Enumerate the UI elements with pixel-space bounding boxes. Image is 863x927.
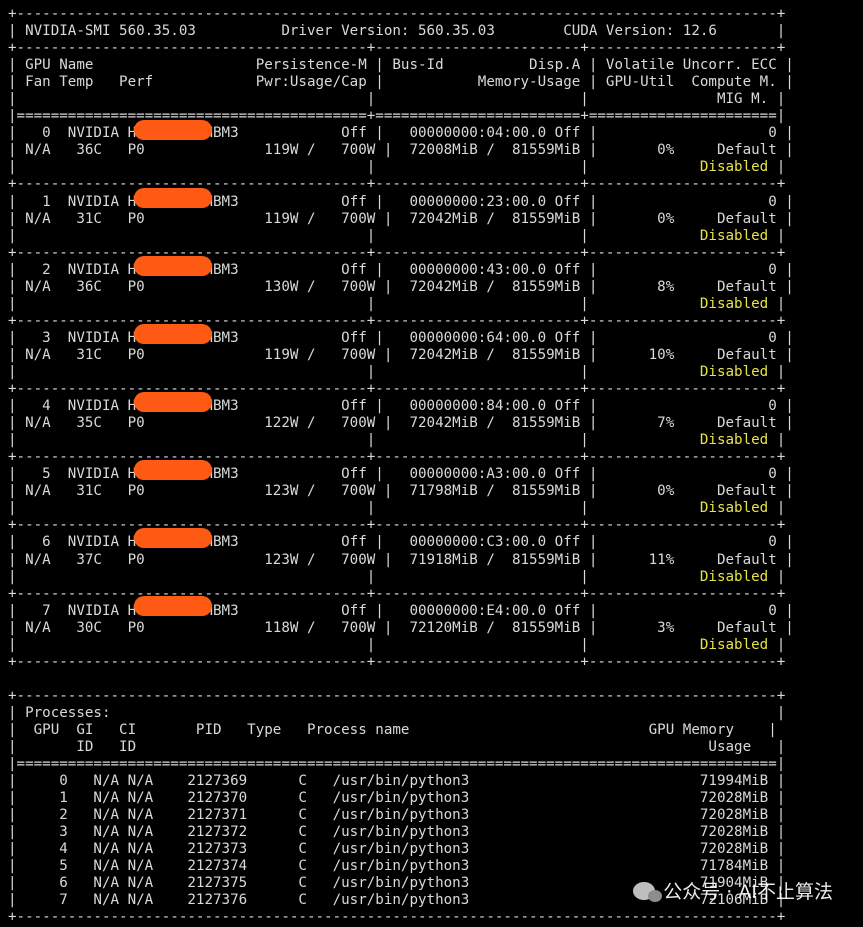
gpu-row-4-line3: | | | Disabled | (8, 432, 786, 449)
redaction-mark-2 (134, 256, 212, 276)
header-double-rule: |=======================================… (8, 108, 786, 125)
mig-status: Disabled (699, 432, 769, 449)
gpu-row-5-line3: | | | Disabled | (8, 500, 786, 517)
gpu-row-4-separator: +---------------------------------------… (8, 449, 786, 466)
gpu-row-6-line2: | N/A 37C P0 123W / 700W | 71918MiB / 81… (8, 551, 794, 568)
column-header-1: | GPU Name Persistence-M | Bus-Id Disp.A… (8, 57, 794, 74)
mig-status: Disabled (699, 636, 769, 653)
watermark-text: 公众号 · AI不止算法 (663, 881, 833, 903)
gpu-row-7-line1: | 7 NVIDIA H HBM3 Off | 00000000:E4:00.0… (8, 602, 794, 619)
gpu-row-3-separator: +---------------------------------------… (8, 381, 786, 398)
mig-status: Disabled (699, 227, 769, 244)
gpu-row-5-line2: | N/A 31C P0 123W / 700W | 71798MiB / 81… (8, 483, 794, 500)
gpu-row-7-separator: +---------------------------------------… (8, 653, 786, 670)
header-separator: +---------------------------------------… (8, 40, 786, 57)
mig-status: Disabled (699, 363, 769, 380)
gpu-row-1-line3: | | | Disabled | (8, 227, 786, 244)
process-double-rule: |=======================================… (8, 756, 786, 773)
gpu-row-0-line2: | N/A 36C P0 119W / 700W | 72008MiB / 81… (8, 142, 794, 159)
redaction-mark-3 (134, 324, 212, 344)
gpu-row-1-separator: +---------------------------------------… (8, 244, 786, 261)
gpu-row-6-separator: +---------------------------------------… (8, 585, 786, 602)
column-header-3: | | | MIG M. | (8, 91, 786, 108)
redaction-mark-6 (134, 528, 212, 548)
gpu-row-0-line1: | 0 NVIDIA H HBM3 Off | 00000000:04:00.0… (8, 125, 794, 142)
gpu-row-7-line2: | N/A 30C P0 118W / 700W | 72120MiB / 81… (8, 619, 794, 636)
gpu-row-5-line1: | 5 NVIDIA H HBM3 Off | 00000000:A3:00.0… (8, 466, 794, 483)
process-header-2: | ID ID Usage | (8, 739, 786, 756)
process-row-3: | 3 N/A N/A 2127372 C /usr/bin/python3 7… (8, 824, 786, 841)
column-header-2: | Fan Temp Perf Pwr:Usage/Cap | Memory-U… (8, 74, 794, 91)
redaction-mark-7 (134, 596, 212, 616)
mig-status: Disabled (699, 159, 769, 176)
gpu-row-4-line2: | N/A 35C P0 122W / 700W | 72042MiB / 81… (8, 415, 794, 432)
gpu-row-3-line1: | 3 NVIDIA H HBM3 Off | 00000000:64:00.0… (8, 329, 794, 346)
gpu-row-2-separator: +---------------------------------------… (8, 312, 786, 329)
process-title: | Processes: | (8, 704, 786, 721)
redaction-mark-5 (134, 460, 212, 480)
gpu-row-1-line2: | N/A 31C P0 119W / 700W | 72042MiB / 81… (8, 210, 794, 227)
process-bottom-border: +---------------------------------------… (8, 909, 786, 926)
gpu-row-2-line2: | N/A 36C P0 130W / 700W | 72042MiB / 81… (8, 278, 794, 295)
process-row-1: | 1 N/A N/A 2127370 C /usr/bin/python3 7… (8, 790, 786, 807)
process-row-0: | 0 N/A N/A 2127369 C /usr/bin/python3 7… (8, 773, 786, 790)
gpu-row-7-line3: | | | Disabled | (8, 636, 786, 653)
mig-status: Disabled (699, 568, 769, 585)
process-row-4: | 4 N/A N/A 2127373 C /usr/bin/python3 7… (8, 841, 786, 858)
gpu-row-5-separator: +---------------------------------------… (8, 517, 786, 534)
watermark: 公众号 · AI不止算法 (633, 877, 833, 904)
wechat-icon (633, 881, 663, 902)
gpu-row-3-line3: | | | Disabled | (8, 363, 786, 380)
gpu-row-0-line3: | | | Disabled | (8, 159, 786, 176)
gpu-row-3-line2: | N/A 31C P0 119W / 700W | 72042MiB / 81… (8, 346, 794, 363)
gpu-row-6-line1: | 6 NVIDIA H HBM3 Off | 00000000:C3:00.0… (8, 534, 794, 551)
terminal-output: +---------------------------------------… (8, 6, 794, 927)
gpu-row-0-separator: +---------------------------------------… (8, 176, 786, 193)
redaction-mark-4 (134, 392, 212, 412)
gpu-row-6-line3: | | | Disabled | (8, 568, 786, 585)
mig-status: Disabled (699, 295, 769, 312)
gpu-row-4-line1: | 4 NVIDIA H HBM3 Off | 00000000:84:00.0… (8, 398, 794, 415)
mig-status: Disabled (699, 500, 769, 517)
gpu-row-2-line3: | | | Disabled | (8, 295, 786, 312)
header-line: | NVIDIA-SMI 560.35.03 Driver Version: 5… (8, 23, 786, 40)
process-row-5: | 5 N/A N/A 2127374 C /usr/bin/python3 7… (8, 858, 786, 875)
redaction-mark-0 (134, 120, 212, 140)
top-border: +---------------------------------------… (8, 6, 786, 22)
process-row-2: | 2 N/A N/A 2127371 C /usr/bin/python3 7… (8, 807, 786, 824)
process-header-1: | GPU GI CI PID Type Process name GPU Me… (8, 721, 777, 738)
gpu-row-1-line1: | 1 NVIDIA H HBM3 Off | 00000000:23:00.0… (8, 193, 794, 210)
redaction-mark-1 (134, 188, 212, 208)
process-top-border: +---------------------------------------… (8, 687, 786, 704)
gpu-row-2-line1: | 2 NVIDIA H HBM3 Off | 00000000:43:00.0… (8, 261, 794, 278)
